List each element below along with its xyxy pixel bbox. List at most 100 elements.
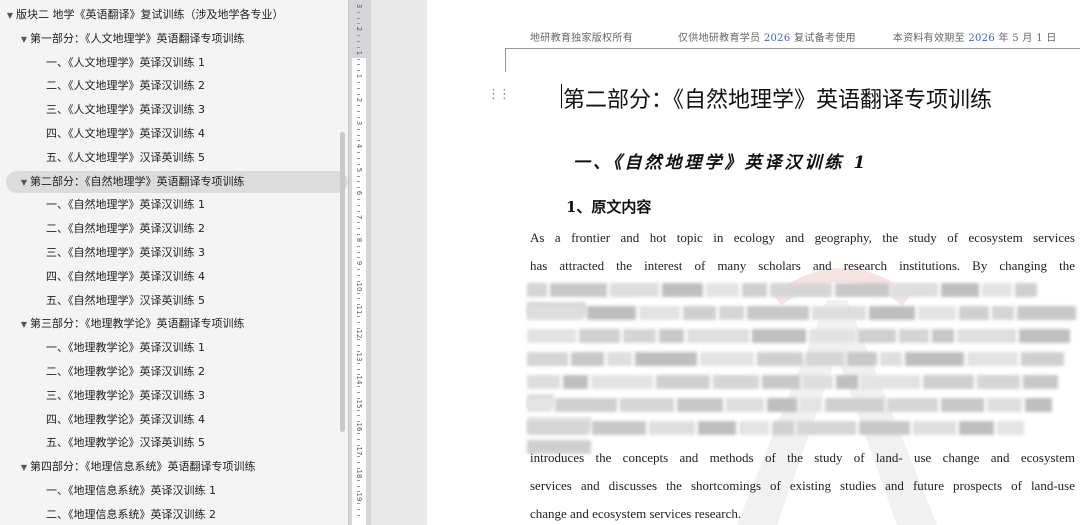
ruler-tick bbox=[357, 35, 360, 37]
outline-item-label: 二、《人文地理学》英译汉训练 2 bbox=[46, 79, 205, 93]
outline-item[interactable]: 四、《地理教学论》英译汉训练 4 bbox=[0, 409, 348, 431]
ruler-number: 17 bbox=[355, 446, 363, 456]
outline-item-label: 三、《地理教学论》英译汉训练 3 bbox=[46, 388, 205, 402]
outline-item[interactable]: 二、《自然地理学》英译汉训练 2 bbox=[0, 218, 348, 240]
paragraph-line[interactable]: change and ecosystem services research. bbox=[530, 506, 1075, 522]
ruler-tick bbox=[357, 298, 360, 300]
ruler-number: 14 bbox=[355, 375, 363, 385]
header-corner-mark bbox=[505, 48, 506, 72]
outline-item[interactable]: ▼ 第一部分：《人文地理学》英语翻译专项训练 bbox=[0, 28, 348, 50]
ruler-tick bbox=[357, 175, 360, 177]
section-heading[interactable]: 一、《自然地理学》英译汉训练 1 bbox=[573, 148, 868, 173]
ruler-tick bbox=[357, 386, 360, 388]
block-drag-handle-icon[interactable]: ⋮⋮ bbox=[487, 87, 511, 102]
outline-item[interactable]: 三、《地理教学论》英译汉训练 3 bbox=[0, 385, 348, 407]
outline-item[interactable]: 二、《地理教学论》英译汉训练 2 bbox=[0, 361, 348, 383]
outline-item[interactable]: 一、《地理教学论》英译汉训练 1 bbox=[0, 337, 348, 359]
header-validity-a: 本资料有效期至 bbox=[892, 33, 969, 44]
outline-item-label: 四、《自然地理学》英译汉训练 4 bbox=[46, 269, 205, 283]
ruler-tick bbox=[357, 111, 360, 113]
outline-item[interactable]: 五、《地理教学论》汉译英训练 5 bbox=[0, 432, 348, 454]
outline-item-label: 一、《人文地理学》英译汉训练 1 bbox=[46, 55, 205, 69]
ruler-tick bbox=[357, 82, 360, 83]
ruler-number: 13 bbox=[355, 352, 363, 362]
header-usage-c: 复试备考使用 bbox=[790, 33, 856, 44]
ruler-tick bbox=[357, 158, 360, 159]
blurred-line bbox=[527, 328, 1080, 343]
ruler-tick bbox=[357, 41, 360, 42]
header-validity-year: 2026 bbox=[968, 33, 996, 44]
ruler-tick bbox=[357, 251, 360, 253]
ruler-number: 2 bbox=[355, 97, 363, 102]
blurred-line bbox=[527, 351, 1080, 366]
paragraph-line[interactable]: introduces the concepts and methods of t… bbox=[530, 450, 1075, 466]
header-usage-year: 2026 bbox=[763, 33, 791, 44]
outline-item[interactable]: 五、《自然地理学》汉译英训练 5 bbox=[0, 290, 348, 312]
outline-item[interactable]: 四、《自然地理学》英译汉训练 4 bbox=[0, 266, 348, 288]
ruler-number: 16 bbox=[355, 422, 363, 432]
outline-item-label: 第三部分：《地理教学论》英语翻译专项训练 bbox=[30, 317, 245, 331]
ruler-tick bbox=[357, 152, 360, 154]
ruler-number: 1 bbox=[355, 50, 363, 56]
outline-item[interactable]: 一、《自然地理学》英译汉训练 1 bbox=[0, 194, 348, 216]
ruler-tick bbox=[357, 128, 360, 130]
nav-scrollbar-thumb[interactable] bbox=[340, 132, 345, 432]
outline-item[interactable]: ▼ 第三部分：《地理教学论》英语翻译专项训练 bbox=[0, 313, 348, 335]
outline-item[interactable]: 二、《人文地理学》英译汉训练 2 bbox=[0, 75, 348, 97]
outline-item-label: 第一部分：《人文地理学》英语翻译专项训练 bbox=[30, 31, 245, 45]
outline-item-label: 三、《自然地理学》英译汉训练 3 bbox=[46, 246, 205, 259]
page-header: 地研教育独家版权所有 仅供地研教育学员 2026 复试备考使用 本资料有效期至 … bbox=[530, 29, 1057, 44]
outline-item[interactable]: 一、《人文地理学》英译汉训练 1 bbox=[0, 52, 348, 74]
ruler-number: 3 bbox=[355, 120, 363, 126]
outline-item[interactable]: ▼ 第二部分：《自然地理学》英语翻译专项训练 bbox=[6, 170, 348, 194]
ruler-number: 9 bbox=[355, 261, 363, 266]
ruler-tick bbox=[357, 316, 360, 317]
ruler-number: 2 bbox=[355, 27, 363, 32]
ruler-number: 12 bbox=[355, 329, 363, 339]
ruler-tick bbox=[357, 181, 360, 183]
subsection-heading[interactable]: 1、原文内容 bbox=[566, 196, 651, 217]
outline-item[interactable]: ▼ 第四部分：《地理信息系统》英语翻译专项训练 bbox=[0, 456, 348, 478]
paragraph-line[interactable]: As a frontier and hot topic in ecology a… bbox=[530, 230, 1075, 246]
collapse-caret-icon[interactable]: ▼ bbox=[18, 172, 30, 194]
outline-item[interactable]: 三、《自然地理学》英译汉训练 3 bbox=[0, 242, 348, 264]
outline-item[interactable]: 三、《人文地理学》英译汉训练 3 bbox=[0, 99, 348, 121]
ruler-tick bbox=[357, 87, 360, 89]
outline-item[interactable]: 一、《地理信息系统》英译汉训练 1 bbox=[0, 480, 348, 502]
header-copyright: 地研教育独家版权所有 bbox=[530, 33, 633, 44]
ruler-tick bbox=[357, 58, 360, 60]
ruler-tick bbox=[357, 392, 360, 393]
text-cursor bbox=[561, 84, 562, 108]
collapse-caret-icon[interactable]: ▼ bbox=[18, 457, 30, 479]
blurred-line bbox=[527, 397, 1080, 431]
collapse-caret-icon[interactable]: ▼ bbox=[18, 314, 30, 336]
ruler-tick bbox=[357, 275, 360, 276]
outline-item[interactable]: ▼ 版块二 地学《英语翻译》复试训练（涉及地学各专业） bbox=[0, 4, 340, 26]
ruler-number: 15 bbox=[355, 399, 363, 409]
paragraph-line[interactable]: services and discusses the shortcomings … bbox=[530, 478, 1075, 494]
ruler-tick bbox=[357, 345, 360, 347]
ruler-number: 6 bbox=[355, 190, 363, 196]
outline-item-label: 第二部分：《自然地理学》英语翻译专项训练 bbox=[30, 174, 245, 188]
outline-item[interactable]: 五、《人文地理学》汉译英训练 5 bbox=[0, 147, 348, 169]
document-page[interactable]: 地研教育独家版权所有 仅供地研教育学员 2026 复试备考使用 本资料有效期至 … bbox=[427, 0, 1080, 525]
ruler-number: 7 bbox=[355, 214, 363, 219]
collapse-caret-icon[interactable]: ▼ bbox=[4, 5, 16, 27]
ruler-tick bbox=[357, 292, 360, 294]
part-heading[interactable]: 第二部分：《自然地理学》英语翻译专项训练 bbox=[563, 82, 992, 114]
ruler-number: 4 bbox=[355, 144, 363, 149]
outline-item[interactable]: 二、《地理信息系统》英译汉训练 2 bbox=[0, 504, 348, 525]
ruler-number: 5 bbox=[355, 167, 363, 173]
ruler-tick bbox=[357, 245, 360, 247]
ruler-tick bbox=[357, 415, 360, 417]
outline-item-label: 版块二 地学《英语翻译》复试训练（涉及地学各专业） bbox=[16, 8, 284, 21]
collapse-caret-icon[interactable]: ▼ bbox=[18, 29, 30, 51]
paragraph-line[interactable]: has attracted the interest of many schol… bbox=[530, 258, 1075, 274]
header-validity-c: 年 5 月 1 日 bbox=[995, 33, 1057, 44]
outline-item-label: 五、《地理教学论》汉译英训练 5 bbox=[46, 436, 205, 450]
outline-item[interactable]: 四、《人文地理学》英译汉训练 4 bbox=[0, 123, 348, 145]
ruler-tick bbox=[357, 362, 360, 364]
ruler-tick bbox=[357, 339, 360, 341]
outline-item-label: 五、《自然地理学》汉译英训练 5 bbox=[46, 293, 205, 307]
page-gutter bbox=[371, 0, 427, 525]
